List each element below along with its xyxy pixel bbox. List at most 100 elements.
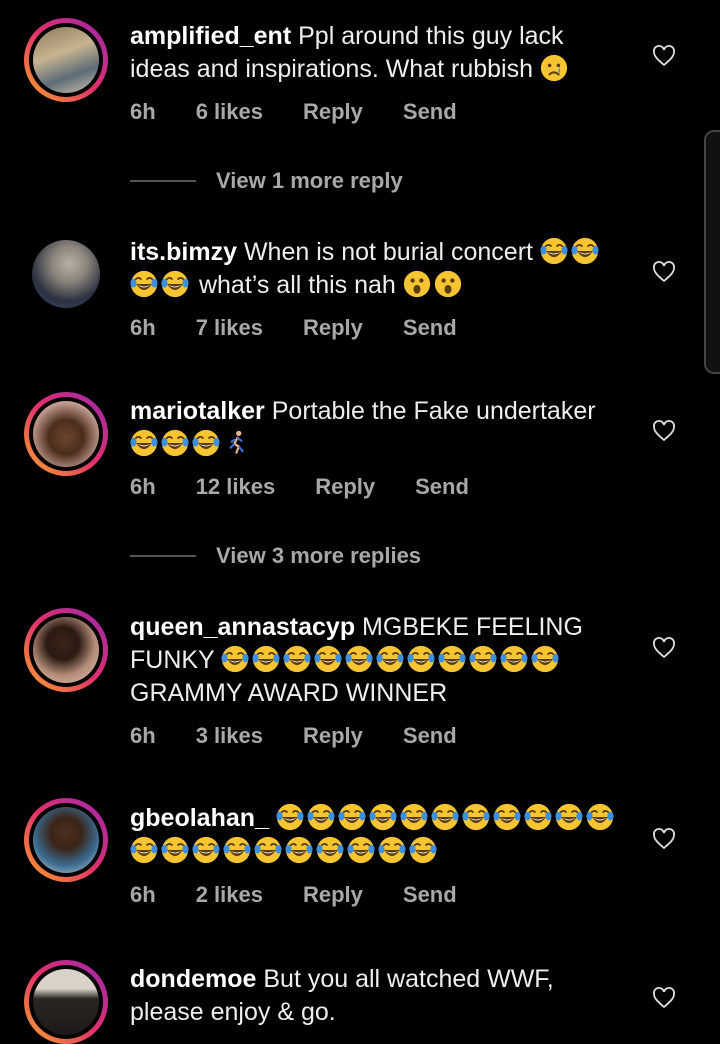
comment-likes[interactable]: 3 likes — [196, 723, 263, 749]
tears-of-joy-icon — [400, 803, 428, 831]
send-button[interactable]: Send — [403, 723, 457, 749]
comment-username[interactable]: mariotalker — [130, 397, 265, 425]
send-button[interactable]: Send — [403, 882, 457, 908]
tears-of-joy-icon — [531, 645, 559, 673]
heart-outline-icon[interactable] — [652, 827, 676, 851]
tears-of-joy-icon — [431, 803, 459, 831]
tears-of-joy-icon — [276, 803, 304, 831]
tears-of-joy-icon — [316, 836, 344, 864]
tears-of-joy-icon — [252, 645, 280, 673]
comment-time: 6h — [130, 99, 156, 124]
tears-of-joy-icon — [161, 429, 189, 457]
comment-body-continued: GRAMMY AWARD WINNER — [130, 679, 448, 707]
comment-time: 6h — [130, 882, 156, 907]
tears-of-joy-icon — [571, 237, 599, 265]
comment-likes[interactable]: 12 likes — [196, 474, 276, 500]
comment-likes[interactable]: 2 likes — [196, 882, 263, 908]
tears-of-joy-icon — [378, 836, 406, 864]
comment-time: 6h — [130, 723, 156, 748]
reply-button[interactable]: Reply — [303, 723, 363, 749]
tears-of-joy-icon — [540, 237, 568, 265]
avatar[interactable] — [24, 608, 108, 692]
reply-button[interactable]: Reply — [303, 315, 363, 341]
tears-of-joy-icon — [462, 803, 490, 831]
person-running-icon — [223, 429, 251, 457]
comment-time: 6h — [130, 474, 156, 499]
tears-of-joy-icon — [192, 836, 220, 864]
tears-of-joy-icon — [223, 836, 251, 864]
comment-body-continued: what’s all this nah — [198, 271, 396, 299]
view-more-label: View 1 more reply — [216, 168, 403, 193]
comment-likes[interactable]: 7 likes — [196, 315, 263, 341]
comment-meta: 6h 12 likes Reply Send — [130, 474, 509, 500]
avatar[interactable] — [24, 18, 108, 102]
avatar[interactable] — [24, 960, 108, 1044]
astonished-face-icon — [403, 270, 431, 298]
comment-username[interactable]: queen_annastacyp — [130, 613, 355, 641]
comment-time: 6h — [130, 315, 156, 340]
heart-outline-icon[interactable] — [652, 260, 676, 284]
scrollbar[interactable] — [704, 130, 720, 374]
reply-button[interactable]: Reply — [315, 474, 375, 500]
comment-meta: 6h 3 likes Reply Send — [130, 723, 497, 749]
comment-username[interactable]: its.bimzy — [130, 238, 237, 266]
comment-likes[interactable]: 6 likes — [196, 99, 263, 125]
avatar[interactable] — [24, 232, 108, 316]
tears-of-joy-icon — [345, 645, 373, 673]
tears-of-joy-icon — [586, 803, 614, 831]
tears-of-joy-icon — [314, 645, 342, 673]
divider — [130, 180, 196, 182]
comment-text: dondemoe But you all watched WWF, please… — [130, 963, 630, 1029]
comment-meta: 6h 7 likes Reply Send — [130, 315, 497, 341]
comment-meta: 6h 2 likes Reply Send — [130, 882, 497, 908]
send-button[interactable]: Send — [403, 99, 457, 125]
comment-meta: 6h 6 likes Reply Send — [130, 99, 497, 125]
comment-text: amplified_ent Ppl around this guy lack i… — [130, 20, 630, 86]
view-more-replies[interactable]: View 3 more replies — [130, 543, 421, 569]
heart-outline-icon[interactable] — [652, 986, 676, 1010]
tears-of-joy-icon — [161, 836, 189, 864]
tears-of-joy-icon — [347, 836, 375, 864]
tears-of-joy-icon — [469, 645, 497, 673]
tears-of-joy-icon — [254, 836, 282, 864]
tears-of-joy-icon — [438, 645, 466, 673]
reply-button[interactable]: Reply — [303, 882, 363, 908]
view-more-label: View 3 more replies — [216, 543, 422, 568]
tears-of-joy-icon — [555, 803, 583, 831]
comment-text: its.bimzy When is not burial concert wha… — [130, 236, 630, 302]
tears-of-joy-icon — [283, 645, 311, 673]
tears-of-joy-icon — [338, 803, 366, 831]
tears-of-joy-icon — [130, 836, 158, 864]
view-more-replies[interactable]: View 1 more reply — [130, 168, 403, 194]
tears-of-joy-icon — [376, 645, 404, 673]
send-button[interactable]: Send — [415, 474, 469, 500]
comment-username[interactable]: dondemoe — [130, 965, 256, 993]
tears-of-joy-icon — [221, 645, 249, 673]
comment-body: When is not burial concert — [243, 238, 533, 266]
comment-username[interactable]: gbeolahan_ — [130, 804, 269, 832]
astonished-face-icon — [434, 270, 462, 298]
tears-of-joy-icon — [307, 803, 335, 831]
avatar[interactable] — [24, 392, 108, 476]
tears-of-joy-icon — [493, 803, 521, 831]
comment-body: Portable the Fake undertaker — [271, 397, 596, 425]
comment-text: mariotalker Portable the Fake undertaker — [130, 395, 630, 461]
comment-text: queen_annastacyp MGBEKE FEELING FUNKY GR… — [130, 611, 630, 710]
heart-outline-icon[interactable] — [652, 44, 676, 68]
reply-button[interactable]: Reply — [303, 99, 363, 125]
tears-of-joy-icon — [161, 270, 189, 298]
divider — [130, 555, 196, 557]
tears-of-joy-icon — [524, 803, 552, 831]
heart-outline-icon[interactable] — [652, 419, 676, 443]
send-button[interactable]: Send — [403, 315, 457, 341]
avatar[interactable] — [24, 798, 108, 882]
comment-text: gbeolahan_ — [130, 802, 630, 868]
tears-of-joy-icon — [130, 429, 158, 457]
heart-outline-icon[interactable] — [652, 636, 676, 660]
tears-of-joy-icon — [409, 836, 437, 864]
tears-of-joy-icon — [500, 645, 528, 673]
tears-of-joy-icon — [285, 836, 313, 864]
tears-of-joy-icon — [130, 270, 158, 298]
tears-of-joy-icon — [407, 645, 435, 673]
comment-username[interactable]: amplified_ent — [130, 22, 291, 50]
